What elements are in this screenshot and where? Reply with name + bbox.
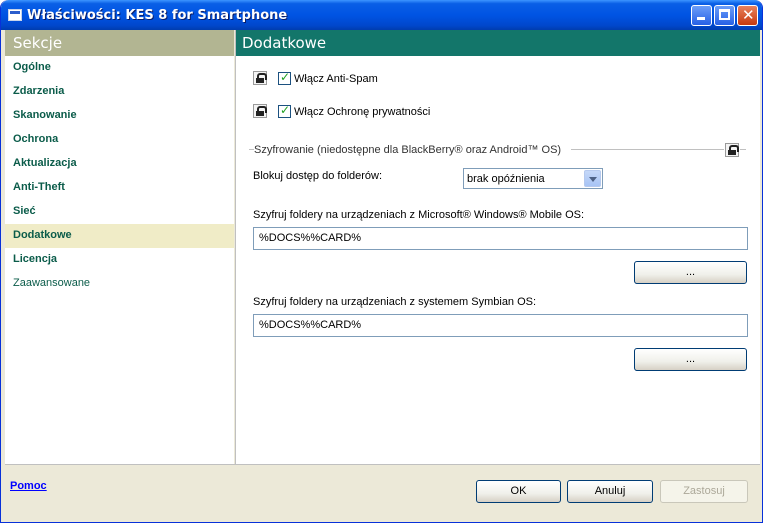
chevron-down-icon[interactable] — [584, 170, 601, 187]
winmobile-folders-input[interactable]: %DOCS%%CARD% — [253, 227, 748, 250]
help-link[interactable]: Pomoc — [10, 480, 47, 492]
symbian-browse-button[interactable]: ... — [634, 348, 747, 371]
privacy-label[interactable]: Włącz Ochronę prywatności — [294, 106, 430, 118]
group-divider — [571, 149, 724, 150]
close-icon: ✕ — [742, 6, 755, 24]
symbian-folders-label: Szyfruj foldery na urządzeniach z system… — [253, 296, 537, 308]
ok-button[interactable]: OK — [476, 480, 561, 503]
antispam-label[interactable]: Włącz Anti-Spam — [294, 73, 378, 85]
footer-divider — [5, 464, 760, 465]
sidebar-item-anti-theft[interactable]: Anti-Theft — [5, 176, 234, 200]
minimize-button[interactable] — [691, 5, 712, 26]
sidebar-item-aktualizacja[interactable]: Aktualizacja — [5, 152, 234, 176]
window-icon — [8, 9, 22, 21]
window-title: Właściwości: KES 8 for Smartphone — [27, 8, 288, 23]
maximize-button[interactable] — [714, 5, 735, 26]
sidebar-item-zaawansowane[interactable]: Zaawansowane — [5, 272, 234, 296]
properties-window: Właściwości: KES 8 for Smartphone ✕ Sekc… — [0, 0, 763, 523]
lock-icon[interactable] — [253, 71, 267, 85]
sidebar-item-ogolne[interactable]: Ogólne — [5, 56, 234, 80]
winmobile-folders-label: Szyfruj foldery na urządzeniach z Micros… — [253, 209, 585, 221]
minimize-icon — [697, 17, 705, 20]
cancel-button[interactable]: Anuluj — [567, 480, 653, 503]
sidebar-item-ochrona[interactable]: Ochrona — [5, 128, 234, 152]
encryption-group-title: Szyfrowanie (niedostępne dla BlackBerry®… — [254, 144, 562, 156]
sidebar-header: Sekcje — [5, 30, 234, 56]
sidebar-item-siec[interactable]: Sieć — [5, 200, 234, 224]
apply-button[interactable]: Zastosuj — [660, 480, 748, 503]
title-bar[interactable]: Właściwości: KES 8 for Smartphone ✕ — [1, 0, 762, 30]
winmobile-browse-button[interactable]: ... — [634, 261, 747, 284]
checkmark-icon: ✓ — [280, 103, 291, 117]
sections-sidebar: Sekcje Ogólne Zdarzenia Skanowanie Ochro… — [5, 30, 234, 464]
group-divider — [740, 149, 746, 150]
sidebar-item-zdarzenia[interactable]: Zdarzenia — [5, 80, 234, 104]
page-title: Dodatkowe — [236, 30, 760, 56]
antispam-checkbox[interactable]: ✓ — [278, 70, 291, 85]
block-access-dropdown[interactable]: brak opóźnienia — [463, 168, 603, 189]
maximize-icon — [719, 9, 730, 20]
block-access-value: brak opóźnienia — [467, 173, 545, 185]
lock-icon[interactable] — [725, 143, 739, 157]
privacy-checkbox[interactable]: ✓ — [278, 103, 291, 118]
checkmark-icon: ✓ — [280, 70, 291, 84]
sidebar-item-skanowanie[interactable]: Skanowanie — [5, 104, 234, 128]
close-button[interactable]: ✕ — [737, 5, 758, 26]
main-panel: Dodatkowe ✓ Włącz Anti-Spam ✓ Włącz Ochr… — [235, 30, 760, 464]
sidebar-item-dodatkowe[interactable]: Dodatkowe — [5, 224, 234, 248]
block-access-label: Blokuj dostęp do folderów: — [253, 170, 383, 182]
symbian-folders-input[interactable]: %DOCS%%CARD% — [253, 314, 748, 337]
sidebar-item-licencja[interactable]: Licencja — [5, 248, 234, 272]
lock-icon[interactable] — [253, 104, 267, 118]
